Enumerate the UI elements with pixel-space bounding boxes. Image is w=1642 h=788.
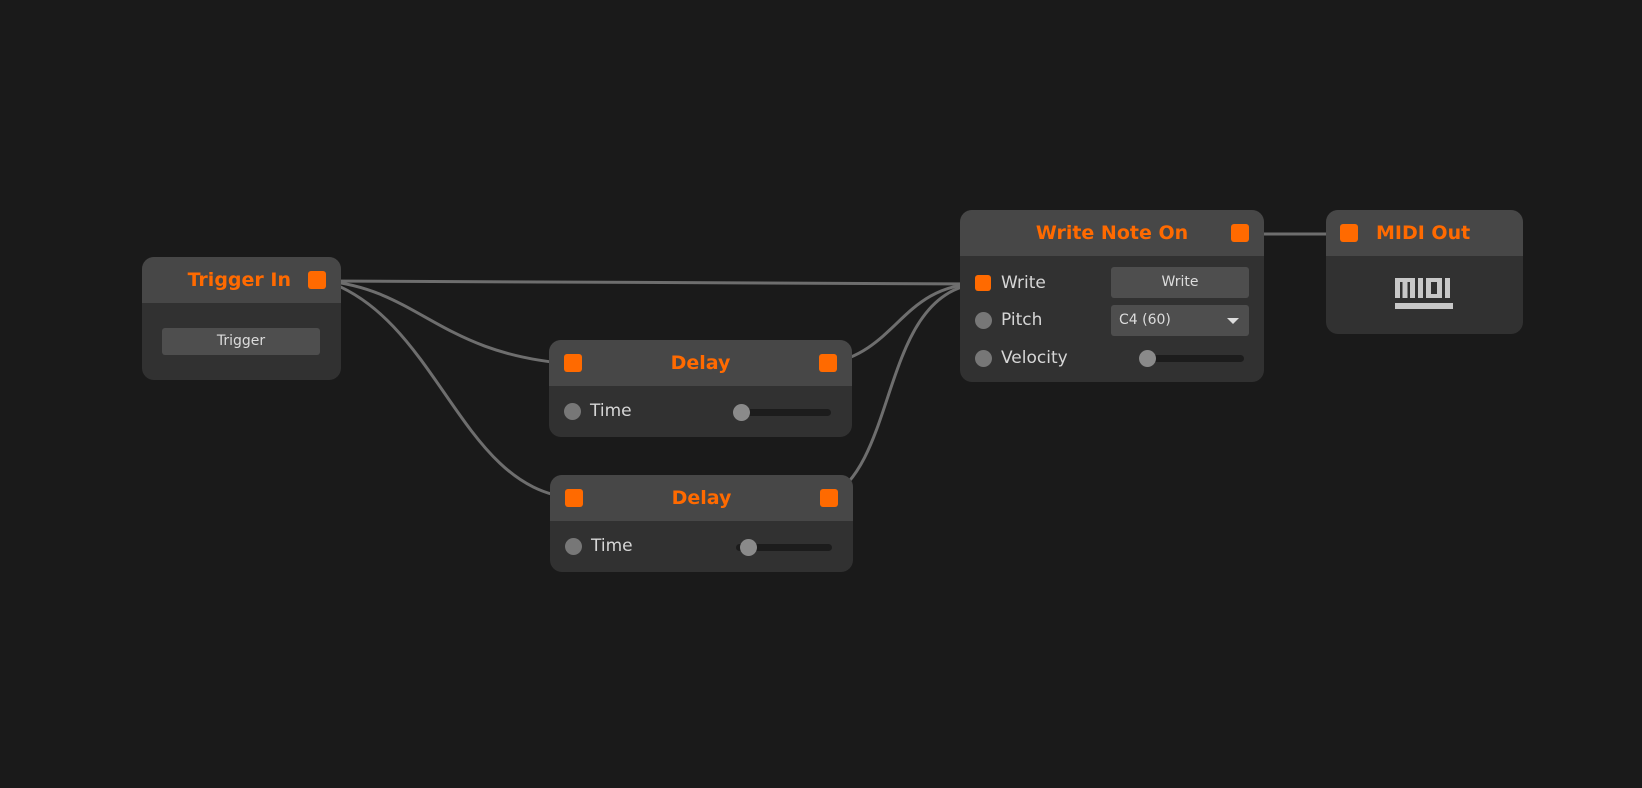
time-slider[interactable] bbox=[736, 539, 832, 556]
wire-trigger-to-write bbox=[325, 279, 983, 286]
output-port[interactable] bbox=[308, 271, 326, 289]
node-header[interactable]: Trigger In bbox=[142, 257, 341, 303]
pitch-label: Pitch bbox=[1001, 310, 1043, 330]
time-port[interactable] bbox=[564, 403, 581, 420]
slider-thumb[interactable] bbox=[733, 404, 750, 421]
node-trigger-in[interactable]: Trigger In Trigger bbox=[142, 257, 341, 380]
node-title: MIDI Out bbox=[1376, 222, 1471, 244]
node-midi-out[interactable]: MIDI Out bbox=[1326, 210, 1523, 334]
node-header[interactable]: Delay bbox=[550, 475, 853, 521]
write-button[interactable]: Write bbox=[1111, 267, 1249, 298]
input-port[interactable] bbox=[1340, 224, 1358, 242]
time-slider[interactable] bbox=[733, 404, 831, 421]
node-write-note-on[interactable]: Write Note On Write Write Pitch C4 (60) … bbox=[960, 210, 1264, 382]
node-title: Trigger In bbox=[187, 269, 291, 291]
node-title: Delay bbox=[670, 352, 731, 374]
slider-thumb[interactable] bbox=[1139, 350, 1156, 367]
velocity-port[interactable] bbox=[975, 350, 992, 367]
output-port[interactable] bbox=[819, 354, 837, 372]
time-label: Time bbox=[591, 536, 633, 556]
write-label: Write bbox=[1001, 273, 1046, 293]
wire-trigger-to-delay2 bbox=[325, 279, 575, 500]
velocity-slider[interactable] bbox=[1139, 350, 1244, 367]
output-port[interactable] bbox=[820, 489, 838, 507]
pitch-port[interactable] bbox=[975, 312, 992, 329]
node-header[interactable]: Delay bbox=[549, 340, 852, 386]
node-header[interactable]: MIDI Out bbox=[1326, 210, 1523, 256]
node-header[interactable]: Write Note On bbox=[960, 210, 1264, 256]
velocity-label: Velocity bbox=[1001, 348, 1068, 368]
node-title: Write Note On bbox=[1035, 222, 1189, 244]
output-port[interactable] bbox=[1231, 224, 1249, 242]
node-delay-2[interactable]: Delay Time bbox=[550, 475, 853, 572]
write-port[interactable] bbox=[975, 275, 991, 291]
pitch-value: C4 (60) bbox=[1119, 312, 1171, 328]
node-title: Delay bbox=[671, 487, 732, 509]
node-delay-1[interactable]: Delay Time bbox=[549, 340, 852, 437]
midi-logo-icon bbox=[1395, 278, 1453, 309]
wire-trigger-to-delay1 bbox=[325, 279, 574, 366]
trigger-button[interactable]: Trigger bbox=[162, 328, 320, 355]
chevron-down-icon bbox=[1227, 318, 1239, 324]
time-port[interactable] bbox=[565, 538, 582, 555]
pitch-dropdown[interactable]: C4 (60) bbox=[1111, 305, 1249, 336]
slider-thumb[interactable] bbox=[740, 539, 757, 556]
time-label: Time bbox=[590, 401, 632, 421]
